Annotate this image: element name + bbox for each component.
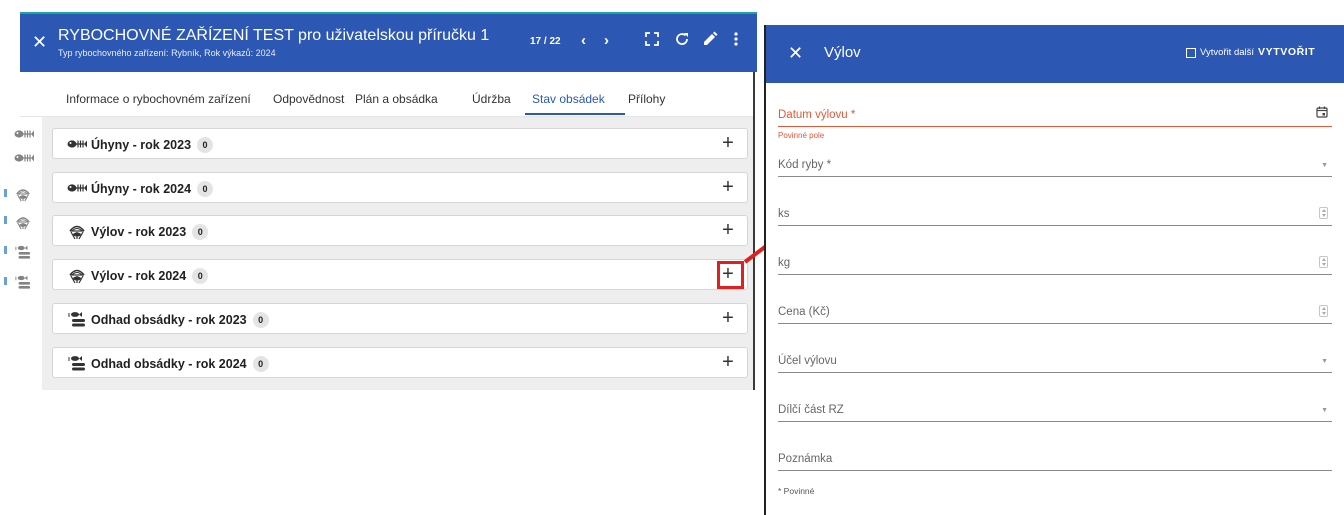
poznamka-input[interactable]: Poznámka (778, 440, 1332, 471)
ks-input[interactable]: ks (778, 195, 1332, 226)
section-row-uhyny-2024[interactable]: Úhyny - rok 2024 0 + (52, 172, 748, 203)
fish-stock-icon (15, 275, 31, 290)
dead-fish-icon (14, 129, 34, 139)
count-badge: 0 (197, 181, 214, 197)
create-button[interactable]: VYTVOŘIT (1258, 46, 1315, 58)
section-label: Úhyny - rok 2023 (91, 138, 192, 152)
tab-informace[interactable]: Informace o rybochovném zařízení (66, 92, 251, 106)
number-spinner-icon[interactable] (1319, 207, 1328, 219)
dead-fish-icon (67, 139, 87, 149)
fishing-net-icon (16, 217, 30, 230)
side-marker (4, 216, 7, 224)
section-label: Výlov - rok 2023 (91, 225, 187, 239)
ucel-vylovu-select[interactable]: Účel výlovu ▼ (778, 342, 1332, 373)
dialog-header: ✕ Výlov Vytvořit další VYTVOŘIT (766, 25, 1344, 83)
datum-vylovu-error: Povinné pole (778, 131, 825, 140)
dialog-title: Výlov (824, 44, 861, 61)
record-window: ✕ RYBOCHOVNÉ ZAŘÍZENÍ TEST pro uživatels… (0, 0, 760, 390)
field-label: Účel výlovu (778, 355, 837, 367)
create-another-checkbox[interactable] (1186, 48, 1196, 58)
more-vert-icon[interactable] (728, 31, 748, 51)
section-row-odhad-2024[interactable]: Odhad obsádky - rok 2024 0 + (52, 347, 748, 378)
field-label: ks (778, 208, 790, 220)
count-badge: 0 (252, 312, 269, 328)
tab-stav-obsadek[interactable]: Stav obsádek (532, 92, 605, 106)
plus-icon[interactable]: + (719, 351, 737, 373)
record-subtitle: Typ rybochovného zařízení: Rybník, Rok v… (58, 48, 276, 58)
create-another-label[interactable]: Vytvořit další (1200, 47, 1254, 59)
close-icon[interactable]: ✕ (788, 43, 803, 63)
fish-stock-icon (68, 311, 86, 327)
section-label: Výlov - rok 2024 (91, 269, 187, 283)
plus-icon[interactable]: + (719, 219, 737, 241)
close-icon[interactable]: ✕ (32, 32, 47, 52)
chevron-right-icon[interactable]: › (604, 32, 609, 50)
count-badge: 0 (192, 224, 209, 240)
side-marker (4, 246, 7, 254)
field-label: Cena (Kč) (778, 306, 830, 318)
kod-ryby-select[interactable]: Kód ryby * ▼ (778, 146, 1332, 177)
field-label: Datum výlovu * (778, 109, 856, 121)
number-spinner-icon[interactable] (1319, 256, 1328, 268)
edit-icon[interactable] (702, 31, 722, 51)
side-marker (4, 189, 7, 197)
tab-plan-a-obsadka[interactable]: Plán a obsádka (355, 92, 438, 106)
section-row-odhad-2023[interactable]: Odhad obsádky - rok 2023 0 + (52, 303, 748, 334)
dropdown-arrow-icon: ▼ (1321, 407, 1328, 414)
dropdown-arrow-icon: ▼ (1321, 162, 1328, 169)
count-badge: 0 (197, 137, 214, 153)
number-spinner-icon[interactable] (1319, 305, 1328, 317)
count-badge: 0 (192, 268, 209, 284)
dilci-cast-rz-select[interactable]: Dílčí část RZ ▼ (778, 391, 1332, 422)
active-tab-indicator (525, 113, 625, 115)
field-label: kg (778, 257, 791, 269)
dead-fish-icon (14, 153, 34, 163)
chevron-left-icon[interactable]: ‹ (581, 32, 586, 50)
fish-stock-icon (15, 245, 31, 260)
tab-bar: Informace o rybochovném zařízení Odpověd… (20, 72, 753, 117)
fishing-net-icon (16, 189, 30, 202)
section-row-vylov-2024[interactable]: Výlov - rok 2024 0 + (52, 259, 748, 290)
vylov-dialog: ✕ Výlov Vytvořit další VYTVOŘIT Datum vý… (764, 25, 1344, 515)
required-note: * Povinné (778, 486, 815, 496)
plus-icon[interactable]: + (719, 132, 737, 154)
record-header: ✕ RYBOCHOVNÉ ZAŘÍZENÍ TEST pro uživatels… (20, 14, 757, 72)
fish-stock-icon (68, 355, 86, 371)
record-title: RYBOCHOVNÉ ZAŘÍZENÍ TEST pro uživatelsko… (58, 27, 490, 44)
fishing-net-icon (69, 225, 85, 240)
fullscreen-icon[interactable] (644, 31, 664, 51)
section-row-vylov-2023[interactable]: Výlov - rok 2023 0 + (52, 215, 748, 246)
cena-input[interactable]: Cena (Kč) (778, 293, 1332, 324)
record-pager: 17 / 22 (530, 36, 561, 47)
dead-fish-icon (67, 183, 87, 193)
tab-prilohy[interactable]: Přílohy (628, 92, 665, 106)
side-marker (4, 277, 7, 285)
dropdown-arrow-icon: ▼ (1321, 358, 1328, 365)
count-badge: 0 (252, 356, 269, 372)
kg-input[interactable]: kg (778, 244, 1332, 275)
datum-vylovu-field[interactable]: Datum výlovu * (778, 96, 1332, 127)
section-label: Úhyny - rok 2024 (91, 182, 192, 196)
field-label: Kód ryby * (778, 159, 832, 171)
calendar-icon[interactable] (1316, 106, 1328, 118)
refresh-icon[interactable] (674, 31, 694, 51)
field-label: Poznámka (778, 453, 833, 465)
section-label: Odhad obsádky - rok 2023 (91, 313, 247, 327)
field-label: Dílčí část RZ (778, 404, 844, 416)
section-label: Odhad obsádky - rok 2024 (91, 357, 247, 371)
tab-udrzba[interactable]: Údržba (472, 92, 511, 106)
plus-icon[interactable]: + (719, 307, 737, 329)
plus-icon[interactable]: + (719, 176, 737, 198)
tab-odpovednost[interactable]: Odpovědnost (273, 92, 344, 106)
section-row-uhyny-2023[interactable]: Úhyny - rok 2023 0 + (52, 128, 748, 159)
fishing-net-icon (69, 269, 85, 284)
